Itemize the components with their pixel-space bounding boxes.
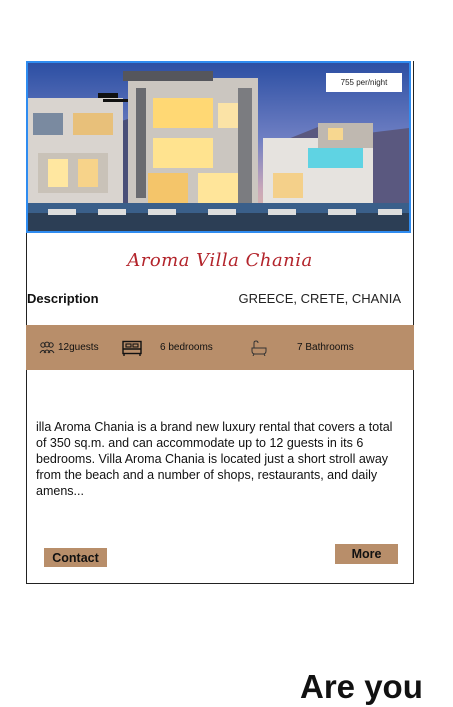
price-badge: 755 per/night: [326, 73, 402, 92]
description-label: Description: [27, 291, 99, 306]
amenities-bar: 12guests 6 bedrooms 7 Bathrooms: [26, 325, 414, 370]
more-button[interactable]: More: [335, 544, 398, 564]
location-text: GREECE, CRETE, CHANIA: [238, 291, 401, 306]
contact-button[interactable]: Contact: [44, 548, 107, 567]
section-headline: Are you: [300, 668, 423, 705]
listing-title: Aroma Villa Chania: [127, 250, 313, 271]
amenity-guests: 12guests: [39, 325, 99, 370]
amenity-bathrooms: 7 Bathrooms: [250, 325, 354, 370]
amenity-bedrooms: 6 bedrooms: [121, 325, 213, 370]
bed-icon: [121, 340, 143, 356]
description-text: illa Aroma Chania is a brand new luxury …: [36, 420, 393, 498]
bedrooms-label: 6 bedrooms: [160, 342, 213, 353]
villa-photo: 755 per/night: [26, 61, 411, 233]
guests-icon: [39, 341, 55, 355]
bathtub-icon: [250, 339, 268, 356]
bathrooms-label: 7 Bathrooms: [297, 342, 354, 353]
guests-label: 12guests: [58, 342, 99, 353]
